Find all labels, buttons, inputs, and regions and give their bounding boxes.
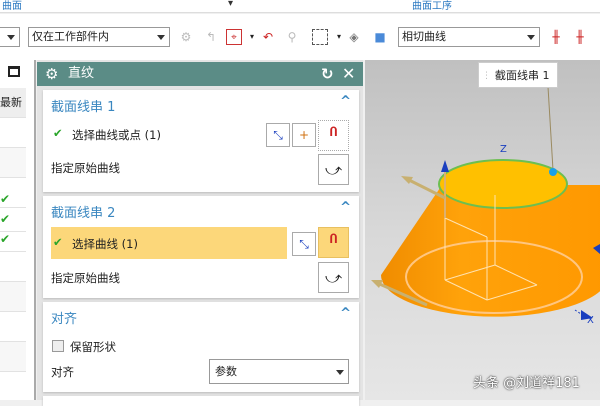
section-title[interactable]: 对齐: [51, 308, 77, 327]
select-curve-row[interactable]: ✔ 选择曲线 (1): [51, 227, 287, 259]
latest-label: 最新: [0, 96, 22, 109]
select-curve: 选择曲线 (1): [72, 237, 138, 251]
assembly-icon[interactable]: ⚙: [178, 29, 194, 45]
dialog-title: 直纹: [68, 66, 95, 81]
snap-point-icon[interactable]: ⌖: [226, 29, 242, 45]
curve-rule-dropdown[interactable]: 相切曲线: [398, 27, 540, 47]
graphics-viewport[interactable]: ⋮⋮ 截面线串 1 Z X 头条 @刘道祥181: [365, 60, 600, 400]
curve-rule-value: 相切曲线: [402, 30, 446, 43]
tree-row[interactable]: [0, 282, 26, 312]
string-handle: [549, 168, 557, 176]
x-axis-label: X: [587, 315, 594, 326]
scope-value: 仅在工作部件内: [32, 30, 109, 43]
reverse-direction-icon[interactable]: ⤡: [292, 232, 316, 256]
cube-icon[interactable]: ■: [372, 29, 388, 45]
box-dropdown-icon[interactable]: ▾: [331, 29, 347, 45]
watermark: 头条 @刘道祥181: [473, 376, 580, 391]
curve-select-icon[interactable]: Ⴖ: [318, 227, 349, 258]
selection-toolbar: 仅在工作部件内 ⚙ ↰ ⌖ ▾ ↶ ⚲ ▾ ◈ ■ 相切曲线 ╫ ╫: [0, 14, 600, 60]
maximize-icon[interactable]: [8, 66, 20, 77]
keep-shape-checkbox[interactable]: [52, 340, 64, 352]
collapse-icon[interactable]: ^: [340, 306, 351, 321]
tree-row[interactable]: ✔: [0, 232, 26, 252]
specify-origin-curve: 指定原始曲线: [51, 161, 120, 175]
check-icon: ✔: [0, 232, 11, 246]
scope-dropdown[interactable]: 仅在工作部件内: [28, 27, 170, 47]
dialog-titlebar[interactable]: ⚙ 直纹 ↻ ✕: [37, 62, 363, 86]
section-title[interactable]: 截面线串 1: [51, 96, 115, 115]
gear-icon[interactable]: ⚙: [45, 62, 58, 86]
pick-icon[interactable]: ⚲: [284, 29, 300, 45]
tree-row[interactable]: ✔: [0, 192, 26, 212]
ribbon-group-labels: 曲面 ▾ 曲面工序: [0, 0, 600, 13]
reset-icon[interactable]: ↻: [321, 62, 334, 86]
drag-grip-icon[interactable]: ⋮⋮: [482, 63, 500, 89]
tree-row[interactable]: [0, 118, 26, 148]
filter-reset-icon[interactable]: ↰: [203, 29, 219, 45]
close-icon[interactable]: ✕: [342, 62, 355, 86]
tree-row[interactable]: [0, 342, 26, 372]
tree-row[interactable]: ✔: [0, 212, 26, 232]
section-string-tooltip[interactable]: ⋮⋮ 截面线串 1: [478, 62, 558, 88]
z-axis-arrow: [441, 160, 449, 172]
tree-row[interactable]: [0, 312, 26, 342]
point-dialog-icon[interactable]: +: [292, 123, 316, 147]
check-icon: ✔: [53, 126, 63, 140]
curve-select-icon[interactable]: Ⴖ: [318, 120, 349, 151]
reverse-direction-icon[interactable]: ⤡: [266, 123, 290, 147]
section-string-2: 截面线串 2 ^ ✔ 选择曲线 (1) ⤡ Ⴖ 指定原始曲线 ⤻: [43, 196, 359, 298]
undo-select-icon[interactable]: ↶: [260, 29, 276, 45]
keep-shape-label: 保留形状: [70, 340, 116, 354]
tree-row[interactable]: [0, 252, 26, 282]
section-alignment: 对齐 ^ 保留形状 对齐 参数: [43, 302, 359, 392]
ruled-surface-dialog: ⚙ 直纹 ↻ ✕ 截面线串 1 ^ ✔ 选择曲线或点 (1) ⤡ + Ⴖ 指定原…: [37, 60, 363, 406]
specify-origin-curve: 指定原始曲线: [51, 271, 120, 285]
origin-curve-icon[interactable]: ⤻: [318, 154, 349, 185]
check-icon: ✔: [0, 212, 11, 226]
alignment-value: 参数: [215, 365, 237, 378]
origin-curve-icon[interactable]: ⤻: [318, 262, 349, 293]
alignment-dropdown[interactable]: 参数: [209, 359, 349, 384]
ribbon-dropdown-icon[interactable]: ▾: [228, 0, 233, 9]
z-axis-label: Z: [500, 144, 507, 155]
section-next: [43, 396, 359, 406]
tree-row[interactable]: [0, 148, 26, 178]
box-select-icon[interactable]: [312, 29, 328, 45]
check-icon: ✔: [53, 235, 63, 249]
follow-fillet-icon[interactable]: ╫: [572, 29, 588, 45]
part-navigator: 最新 ✔ ✔ ✔: [0, 60, 36, 400]
collapse-icon[interactable]: ^: [340, 94, 351, 109]
snap-dropdown-icon[interactable]: ▾: [244, 29, 260, 45]
select-curve-or-point[interactable]: 选择曲线或点 (1): [72, 127, 161, 143]
alignment-label: 对齐: [51, 365, 74, 379]
collapse-icon[interactable]: ^: [340, 200, 351, 215]
ribbon-label-surface-ops: 曲面工序: [412, 1, 452, 12]
check-icon: ✔: [0, 192, 11, 206]
section-title[interactable]: 截面线串 2: [51, 202, 115, 221]
filter-dropdown[interactable]: [0, 27, 20, 47]
stop-at-intersection-icon[interactable]: ╫: [548, 29, 564, 45]
eraser-icon[interactable]: ◈: [346, 29, 362, 45]
section-string-1: 截面线串 1 ^ ✔ 选择曲线或点 (1) ⤡ + Ⴖ 指定原始曲线 ⤻: [43, 90, 359, 192]
ruled-cone-model: [371, 69, 600, 320]
column-header-latest[interactable]: 最新: [0, 88, 26, 118]
tooltip-label: 截面线串 1: [495, 69, 550, 82]
ribbon-label-surface: 曲面: [2, 1, 22, 12]
